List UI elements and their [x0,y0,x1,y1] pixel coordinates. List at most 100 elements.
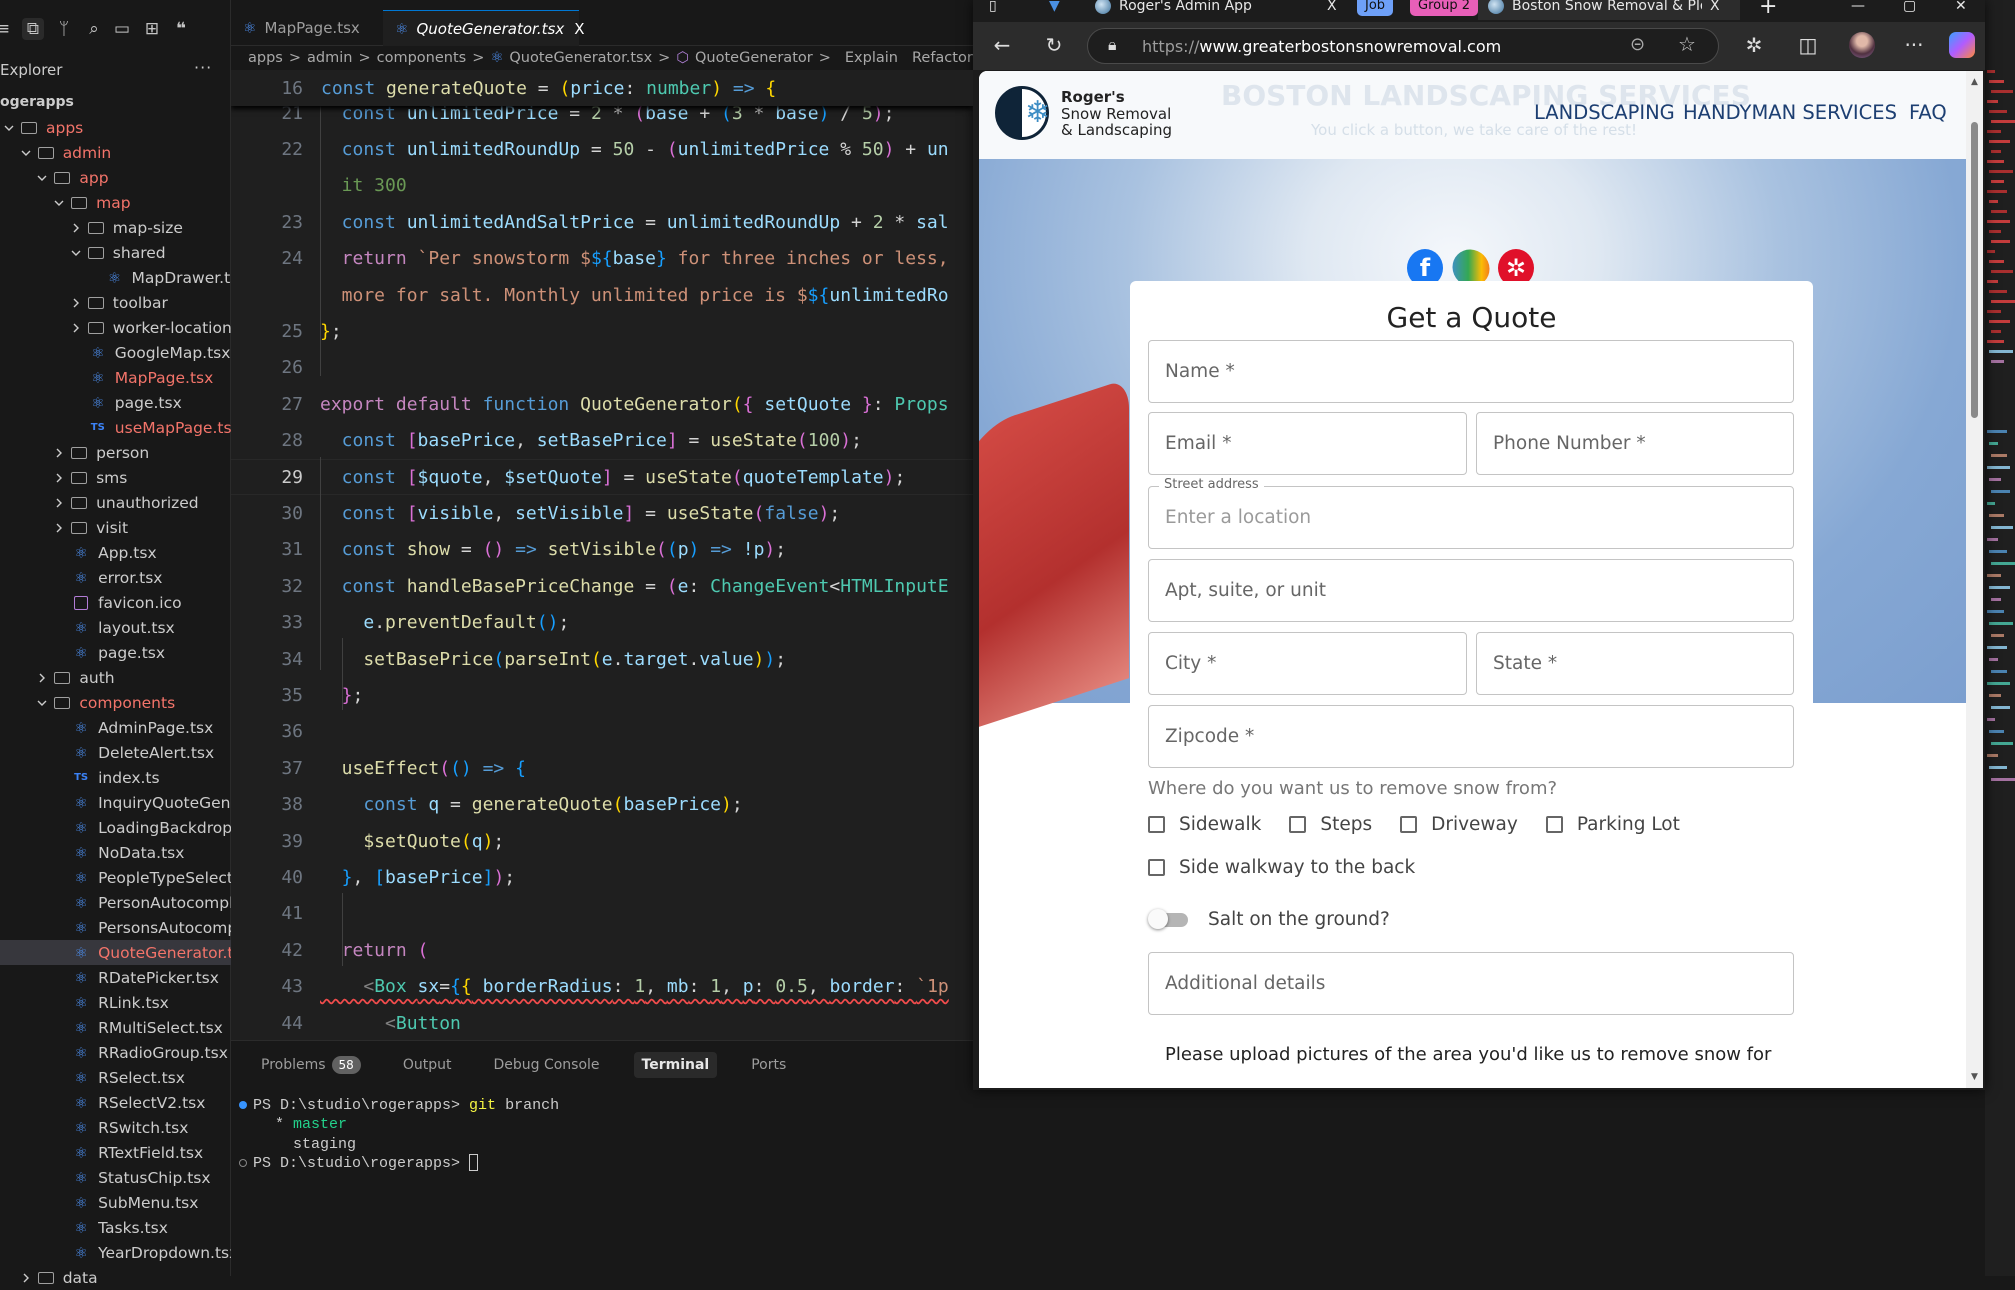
minimap[interactable] [1985,0,2015,1276]
tree-item[interactable]: app [0,165,231,190]
close-tab-icon[interactable]: X [574,20,584,38]
code-line[interactable]: 39 $setQuote(q); [231,823,973,859]
nav-landscaping[interactable]: LANDSCAPING [1534,101,1675,124]
code-line[interactable]: 27 export default function QuoteGenerator… [231,386,973,422]
code-line[interactable]: 28 const [basePrice, setBasePrice] = use… [231,423,973,459]
checkbox-box[interactable] [1289,816,1307,833]
tree-item[interactable]: ⚛ RSelectV2.tsx [0,1090,231,1115]
browser-tab-active[interactable]: Boston Snow Removal & Plowin X [1478,0,1740,20]
zipcode-field[interactable] [1148,705,1794,768]
code-line[interactable]: 38 const q = generateQuote(basePrice); [231,787,973,823]
tab-quotegenerator[interactable]: ⚛ QuoteGenerator.tsx X [383,10,584,46]
minimize-icon[interactable]: — [1851,0,1865,20]
tree-item[interactable]: ⚛ RMultiSelect.tsx [0,1015,231,1040]
address-bar[interactable]: 🔒︎ https://www.greaterbostonsnowremoval.… [1087,28,1719,64]
tree-item[interactable]: data [0,1265,231,1290]
state-field[interactable] [1476,632,1794,695]
tree-item[interactable]: ⚛ MapPage.tsx [0,365,231,390]
panel-tab-output[interactable]: Output [395,1052,460,1078]
tree-item[interactable]: ⚛ error.tsx [0,565,231,590]
tree-item[interactable]: ⚛ page.tsx [0,640,231,665]
extensions-icon[interactable]: ⊞ [141,18,163,40]
source-control-icon[interactable]: ᛘ [53,18,75,40]
tree-item[interactable]: components [0,690,231,715]
code-line[interactable]: 22 const unlimitedRoundUp = 50 - (unlimi… [231,131,973,167]
code-line[interactable]: 36 [231,714,973,750]
code-line[interactable]: 43 <Box sx={{ borderRadius: 1, mb: 1, p:… [231,969,973,1005]
brand-name[interactable]: Roger's Snow Removal & Landscaping [1061,89,1172,139]
breadcrumb-item[interactable]: Explain [845,50,898,66]
pinned-tab-map-icon[interactable]: ▼ [1049,0,1060,20]
code-line[interactable]: 37 useEffect(() => { [231,750,973,786]
scroll-up-icon[interactable]: ▲ [1971,77,1978,87]
tree-item[interactable]: admin [0,140,231,165]
url-text[interactable]: https://www.greaterbostonsnowremoval.com [1142,37,1501,56]
code-line[interactable]: it 300 [231,168,973,204]
lock-icon[interactable]: 🔒︎ [1108,35,1117,55]
breadcrumb-item[interactable]: components [377,50,467,66]
code-line[interactable]: 24 return `Per snowstorm $${base} for th… [231,241,973,277]
code-line[interactable]: 16 const generateQuote = (price: number) … [231,70,973,107]
tree-item[interactable]: ⚛ RDatePicker.tsx [0,965,231,990]
tree-item[interactable]: TS index.ts [0,765,231,790]
tree-item[interactable]: TS useMapPage.ts [0,415,231,440]
panel-tab-problems[interactable]: Problems 58 [253,1051,369,1079]
tree-item[interactable]: ⚛ QuoteGenerator.tsx [0,940,231,965]
close-tab-icon[interactable]: X [1710,0,1720,14]
more-menu-icon[interactable]: ··· [1901,32,1927,58]
tree-item[interactable]: ⚛ SubMenu.tsx [0,1190,231,1215]
reader-mode-icon[interactable]: ⊝ [1630,34,1645,55]
panel-tab-ports[interactable]: Ports [743,1052,794,1078]
new-tab-button[interactable]: + [1759,0,1777,20]
checkbox-side-walkway[interactable]: Side walkway to the back [1148,857,1415,878]
email-field[interactable] [1148,412,1467,475]
explorer-more-button[interactable]: ··· [194,58,212,77]
maximize-icon[interactable]: ▢ [1903,0,1916,20]
scroll-down-icon[interactable]: ▼ [1971,1072,1978,1082]
code-line[interactable]: 33 e.preventDefault(); [231,605,973,641]
panel-tab-debug-console[interactable]: Debug Console [485,1052,607,1078]
breadcrumb-item[interactable]: admin [307,50,352,66]
tree-item[interactable]: ⚛ DeleteAlert.tsx [0,740,231,765]
tree-item[interactable]: map [0,190,231,215]
name-input[interactable] [1165,361,1793,382]
checkbox-box[interactable] [1148,816,1165,833]
tree-item[interactable]: ⚛ PersonsAutocomple... [0,915,231,940]
tree-item[interactable]: person [0,440,231,465]
tab-mappage[interactable]: ⚛ MapPage.tsx [231,10,383,46]
code-line[interactable]: 32 const handleBasePriceChange = (e: Cha… [231,568,973,604]
checkbox-parking-lot[interactable]: Parking Lot [1545,814,1680,835]
phone-input[interactable] [1493,433,1793,454]
city-field[interactable] [1148,632,1467,695]
checkbox-driveway[interactable]: Driveway [1400,814,1518,835]
tree-item[interactable]: ⚛ GoogleMap.tsx [0,340,231,365]
street-address-input[interactable] [1165,507,1793,528]
close-tab-icon[interactable]: X [1327,0,1337,14]
tree-item[interactable]: ⚛ YearDropdown.tsx [0,1240,231,1265]
checkbox-sidewalk[interactable]: Sidewalk [1148,814,1261,835]
email-input[interactable] [1165,433,1466,454]
street-address-field[interactable]: Street address [1148,477,1794,549]
tree-item[interactable]: ⚛ PeopleTypeSelectio... [0,865,231,890]
breadcrumb-item[interactable]: QuoteGenerator.tsx [509,50,652,66]
copilot-icon[interactable] [1949,32,1975,58]
page-scrollbar[interactable]: ▲ ▼ [1966,71,1983,1088]
tab-group-job[interactable]: Job [1357,0,1394,16]
extensions-icon[interactable]: ✲ [1741,32,1767,58]
menu-icon[interactable]: ≡ [0,18,14,40]
terminal-cursor[interactable] [469,1154,479,1172]
code-line[interactable]: 25}; [231,313,973,349]
quote-icon[interactable]: ❝ [170,18,192,40]
close-window-icon[interactable]: ✕ [1955,0,1967,20]
tree-item[interactable]: unauthorized [0,490,231,515]
checkbox-box[interactable] [1400,816,1418,833]
tree-item[interactable]: ⚛ LoadingBackdrop.tsx [0,815,231,840]
tree-item[interactable]: ⚛ NoData.tsx [0,840,231,865]
tree-item[interactable]: ⚛ page.tsx [0,390,231,415]
code-line[interactable]: 31 const show = () => setVisible((p) => … [231,532,973,568]
apt-input[interactable] [1165,580,1793,601]
additional-details-field[interactable] [1148,952,1794,1015]
breadcrumb-item[interactable]: QuoteGenerator [695,50,813,66]
code-line[interactable]: 40 }, [basePrice]); [231,859,973,895]
breadcrumb-item[interactable]: apps [248,50,283,66]
